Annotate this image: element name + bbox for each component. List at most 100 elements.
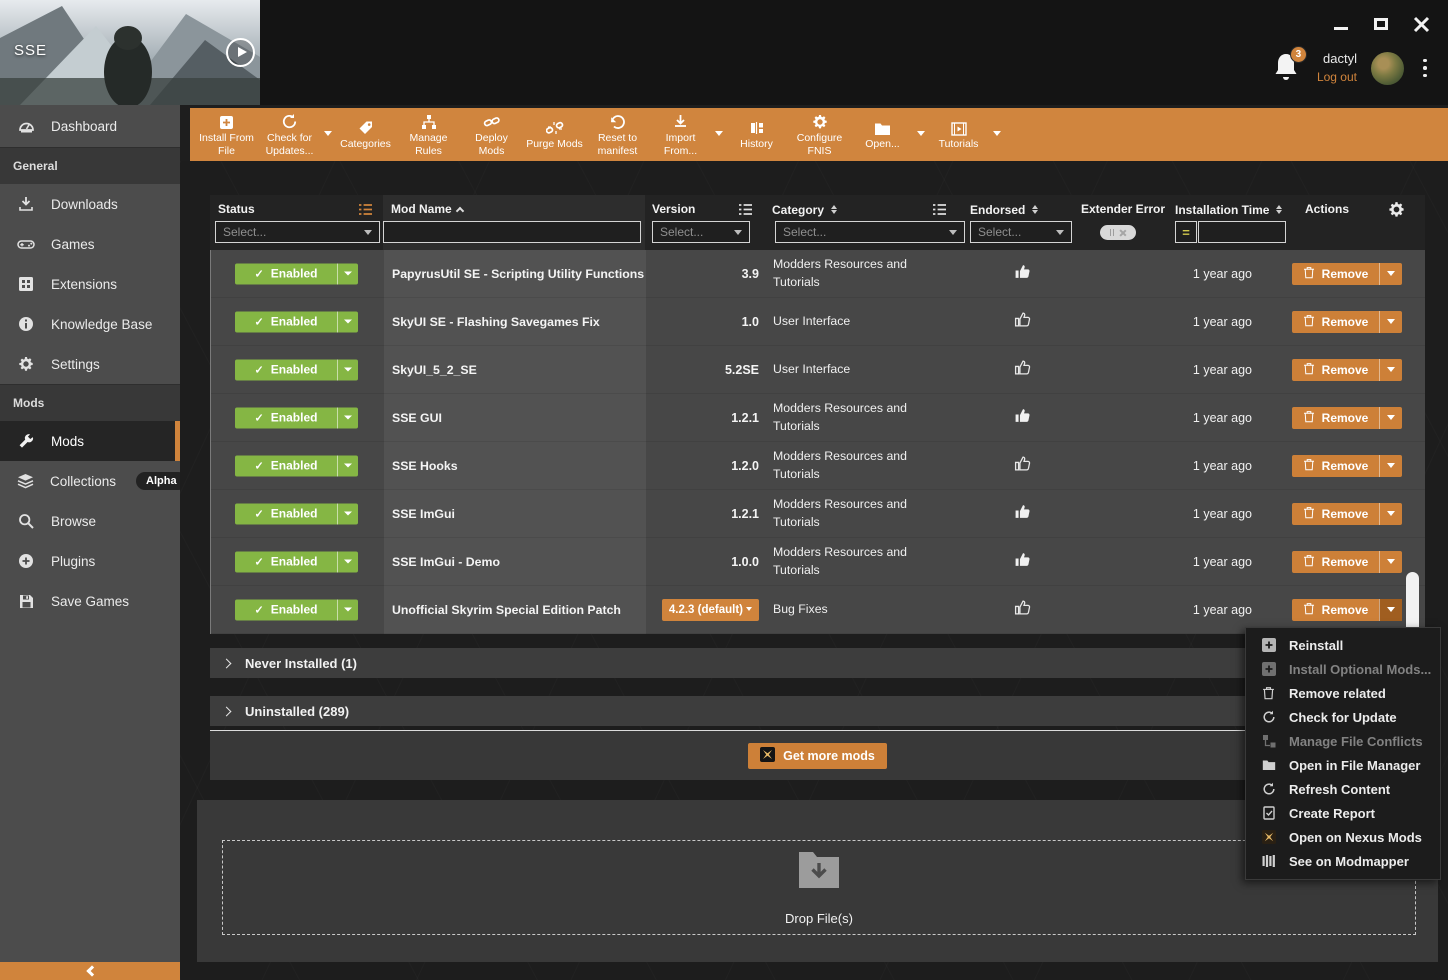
remove-dropdown-caret[interactable] <box>1379 551 1402 573</box>
sidebar-item-downloads[interactable]: Downloads <box>0 184 180 224</box>
purge-mods-button[interactable]: Purge Mods <box>523 108 586 161</box>
mod-status-toggle[interactable]: ✓Enabled <box>235 599 358 620</box>
manage-rules-button[interactable]: Manage Rules <box>397 108 460 161</box>
sidebar-item-save-games[interactable]: Save Games <box>0 581 180 621</box>
endorse-button[interactable] <box>981 394 1063 441</box>
notifications-button[interactable]: 3 <box>1273 52 1303 84</box>
chevron-down-icon[interactable] <box>917 131 925 140</box>
sidebar-item-settings[interactable]: Settings <box>0 344 180 384</box>
play-game-button[interactable] <box>226 38 255 67</box>
sidebar-collapse-button[interactable] <box>0 962 180 980</box>
remove-dropdown-caret[interactable] <box>1379 455 1402 477</box>
column-header-endorsed[interactable]: Endorsed <box>970 202 1038 217</box>
categories-button[interactable]: Categories <box>334 108 397 161</box>
time-filter-operator[interactable]: = <box>1175 221 1197 243</box>
menu-item-install-optional-mods[interactable]: Install Optional Mods... <box>1246 657 1440 681</box>
endorse-button[interactable] <box>981 490 1063 537</box>
column-menu-icon[interactable] <box>738 203 753 216</box>
remove-dropdown-caret[interactable] <box>1379 263 1402 285</box>
maximize-button[interactable] <box>1372 15 1390 33</box>
mod-status-toggle[interactable]: ✓Enabled <box>235 263 358 284</box>
table-settings-gear-icon[interactable] <box>1388 201 1405 223</box>
remove-button[interactable]: Remove <box>1292 551 1402 573</box>
mod-status-toggle[interactable]: ✓Enabled <box>235 503 358 524</box>
table-row[interactable]: ✓Enabled SSE Hooks 1.2.0 Modders Resourc… <box>211 442 1425 490</box>
column-header-version[interactable]: Version <box>652 202 695 216</box>
mod-status-toggle[interactable]: ✓Enabled <box>235 311 358 332</box>
status-dropdown-caret[interactable] <box>337 455 358 476</box>
sidebar-item-knowledge-base[interactable]: Knowledge Base <box>0 304 180 344</box>
table-row[interactable]: ✓Enabled SSE GUI 1.2.1 Modders Resources… <box>211 394 1425 442</box>
check-for-updates-button[interactable]: Check for Updates... <box>258 108 321 161</box>
status-dropdown-caret[interactable] <box>337 551 358 572</box>
tutorials-button[interactable]: Tutorials <box>927 108 990 161</box>
column-menu-icon[interactable] <box>932 203 947 216</box>
remove-button[interactable]: Remove <box>1292 407 1402 429</box>
endorse-button[interactable] <box>981 250 1063 297</box>
chevron-down-icon[interactable] <box>715 131 723 140</box>
overflow-menu-button[interactable] <box>1418 53 1432 83</box>
sidebar-item-games[interactable]: Games <box>0 224 180 264</box>
menu-item-open-in-file-manager[interactable]: Open in File Manager <box>1246 753 1440 777</box>
logout-link[interactable]: Log out <box>1317 69 1357 86</box>
remove-button[interactable]: Remove <box>1292 503 1402 525</box>
column-header-extender-error[interactable]: Extender Error <box>1081 202 1165 216</box>
status-filter-select[interactable]: Select... <box>215 221 380 243</box>
endorse-button[interactable] <box>981 346 1063 393</box>
table-row[interactable]: ✓Enabled SkyUI_5_2_SE 5.2SE User Interfa… <box>211 346 1425 394</box>
remove-dropdown-caret[interactable] <box>1379 407 1402 429</box>
category-filter-select[interactable]: Select... <box>775 221 965 243</box>
sidebar-item-browse[interactable]: Browse <box>0 501 180 541</box>
remove-button[interactable]: Remove <box>1292 599 1402 621</box>
endorse-button[interactable] <box>981 586 1063 633</box>
menu-item-refresh-content[interactable]: Refresh Content <box>1246 777 1440 801</box>
remove-button[interactable]: Remove <box>1292 455 1402 477</box>
table-row[interactable]: ✓Enabled PapyrusUtil SE - Scripting Util… <box>211 250 1425 298</box>
table-row[interactable]: ✓Enabled SSE ImGui 1.2.1 Modders Resourc… <box>211 490 1425 538</box>
mod-status-toggle[interactable]: ✓Enabled <box>235 359 358 380</box>
minimize-button[interactable] <box>1332 15 1350 33</box>
open-button[interactable]: Open... <box>851 108 914 161</box>
endorse-button[interactable] <box>981 298 1063 345</box>
column-header-status[interactable]: Status <box>218 202 255 216</box>
sidebar-item-plugins[interactable]: Plugins <box>0 541 180 581</box>
drop-files-zone[interactable]: Drop File(s) <box>222 840 1416 935</box>
endorsed-filter-select[interactable]: Select... <box>970 221 1072 243</box>
chevron-down-icon[interactable] <box>324 131 332 140</box>
menu-item-check-for-update[interactable]: Check for Update <box>1246 705 1440 729</box>
mod-status-toggle[interactable]: ✓Enabled <box>235 407 358 428</box>
group-uninstalled[interactable]: Uninstalled (289) <box>210 696 1425 726</box>
group-never-installed[interactable]: Never Installed (1) <box>210 648 1425 678</box>
deploy-mods-button[interactable]: Deploy Mods <box>460 108 523 161</box>
menu-item-open-on-nexus-mods[interactable]: Open on Nexus Mods <box>1246 825 1440 849</box>
status-dropdown-caret[interactable] <box>337 359 358 380</box>
mod-status-toggle[interactable]: ✓Enabled <box>235 455 358 476</box>
get-more-mods-button[interactable]: Get more mods <box>748 743 887 769</box>
reset-to-manifest-button[interactable]: Reset to manifest <box>586 108 649 161</box>
remove-button[interactable]: Remove <box>1292 263 1402 285</box>
table-row[interactable]: ✓Enabled SSE ImGui - Demo 1.0.0 Modders … <box>211 538 1425 586</box>
endorse-button[interactable] <box>981 442 1063 489</box>
remove-dropdown-caret[interactable] <box>1379 311 1402 333</box>
status-dropdown-caret[interactable] <box>337 263 358 284</box>
sidebar-item-dashboard[interactable]: Dashboard <box>0 105 180 147</box>
remove-dropdown-caret[interactable] <box>1379 599 1402 621</box>
history-button[interactable]: History <box>725 108 788 161</box>
import-from-button[interactable]: Import From... <box>649 108 712 161</box>
remove-button[interactable]: Remove <box>1292 359 1402 381</box>
close-button[interactable] <box>1412 15 1430 33</box>
configure-fnis-button[interactable]: Configure FNIS <box>788 108 851 161</box>
mod-status-toggle[interactable]: ✓Enabled <box>235 551 358 572</box>
column-header-mod-name[interactable]: Mod Name <box>391 202 463 216</box>
status-dropdown-caret[interactable] <box>337 311 358 332</box>
time-filter-input[interactable] <box>1198 221 1286 243</box>
menu-item-manage-file-conflicts[interactable]: Manage File Conflicts <box>1246 729 1440 753</box>
menu-item-reinstall[interactable]: Reinstall <box>1246 633 1440 657</box>
avatar[interactable] <box>1371 52 1404 85</box>
status-dropdown-caret[interactable] <box>337 407 358 428</box>
endorse-button[interactable] <box>981 538 1063 585</box>
column-menu-icon[interactable] <box>358 203 373 216</box>
remove-button[interactable]: Remove <box>1292 311 1402 333</box>
status-dropdown-caret[interactable] <box>337 599 358 620</box>
chevron-down-icon[interactable] <box>993 131 1001 140</box>
